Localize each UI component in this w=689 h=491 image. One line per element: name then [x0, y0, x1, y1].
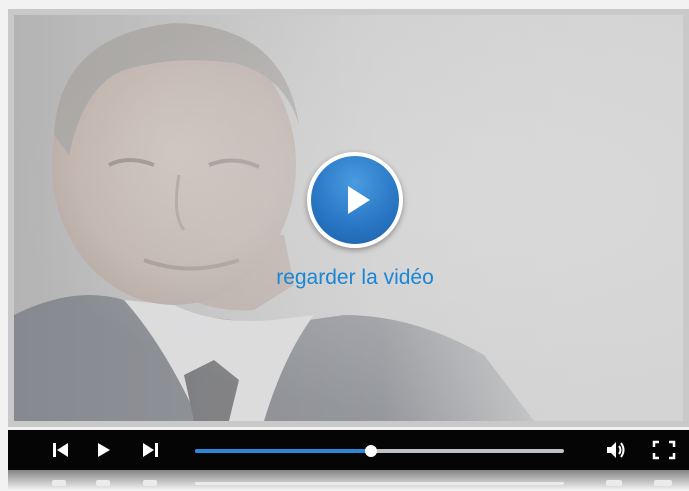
video-player: regarder la vidéo: [0, 0, 689, 491]
play-button[interactable]: [91, 430, 117, 470]
progress-fill: [195, 449, 372, 453]
volume-button[interactable]: [604, 430, 630, 470]
play-icon: [311, 156, 399, 244]
video-frame: regarder la vidéo: [8, 9, 689, 427]
control-bar-reflection: [8, 470, 689, 491]
progress-bar[interactable]: [195, 445, 564, 457]
volume-icon: [607, 442, 625, 458]
watch-video-link[interactable]: regarder la vidéo: [260, 266, 450, 290]
skip-next-button[interactable]: [138, 430, 164, 470]
control-bar: [8, 430, 689, 470]
play-icon: [98, 443, 110, 457]
fullscreen-icon: [652, 440, 676, 460]
skip-previous-button[interactable]: [48, 430, 74, 470]
progress-handle[interactable]: [365, 445, 378, 457]
skip-next-icon: [143, 443, 158, 457]
fullscreen-button[interactable]: [651, 430, 677, 470]
video-poster[interactable]: regarder la vidéo: [14, 15, 683, 421]
big-play-button[interactable]: [307, 152, 403, 248]
skip-previous-icon: [53, 443, 68, 457]
